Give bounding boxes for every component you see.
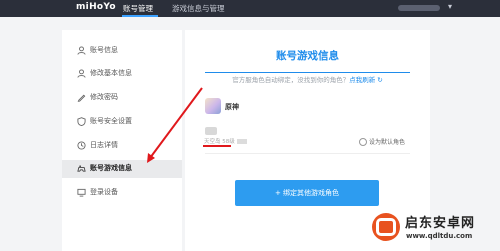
user-icon <box>76 45 87 56</box>
top-nav-bar: miHoYo 账号管理 游戏信息与管理 ▾ <box>0 0 500 17</box>
sidebar-item-label: 账号游戏信息 <box>90 164 132 172</box>
sidebar-item-label: 账号安全设置 <box>90 117 132 125</box>
binding-hint: 官方服角色自动绑定，没找到你的角色？点我刷新 ↻ <box>185 74 430 84</box>
sidebar-item-label: 登录设备 <box>90 188 118 196</box>
sidebar-item-label: 修改密码 <box>90 93 118 101</box>
refresh-link[interactable]: 点我刷新 ↻ <box>349 76 383 84</box>
default-role-radio[interactable] <box>359 138 367 146</box>
tab-game-info[interactable]: 游戏信息与管理 <box>172 3 225 14</box>
bind-other-game-role-button[interactable]: + 绑定其他游戏角色 <box>235 180 379 206</box>
chevron-down-icon[interactable]: ▾ <box>448 2 452 11</box>
sidebar-item-edit-basic-info[interactable]: 修改基本信息 <box>62 65 182 83</box>
device-icon <box>76 187 87 198</box>
user-edit-icon <box>76 68 87 79</box>
role-server-level: 天空岛 58级 <box>204 137 247 145</box>
default-role-label[interactable]: 设为默认角色 <box>369 137 405 146</box>
row-divider <box>205 153 410 154</box>
role-avatar-blurred <box>205 127 217 135</box>
sidebar-item-account-game-info[interactable]: 账号游戏信息 <box>62 160 182 178</box>
page-title: 账号游戏信息 <box>276 50 339 62</box>
active-tab-indicator <box>122 15 158 17</box>
clock-icon <box>76 140 87 151</box>
tab-account-management[interactable]: 账号管理 <box>123 3 153 14</box>
sidebar-item-login-devices[interactable]: 登录设备 <box>62 184 182 202</box>
sidebar: 账号信息 修改基本信息 修改密码 账号安全设置 日志详情 账号游戏信息 登录设备 <box>62 30 182 251</box>
watermark-logo-icon <box>372 213 400 241</box>
title-divider <box>205 72 410 73</box>
annotation-underline <box>203 145 231 147</box>
gamepad-icon <box>76 163 87 174</box>
mihoyo-logo[interactable]: miHoYo <box>76 2 116 12</box>
genshin-game-icon <box>205 98 221 114</box>
shield-icon <box>76 116 87 127</box>
watermark-url: www.qdltdu.com <box>406 232 473 240</box>
sidebar-item-security-settings[interactable]: 账号安全设置 <box>62 113 182 131</box>
watermark-title: 启东安卓网 <box>405 216 476 231</box>
sidebar-item-change-password[interactable]: 修改密码 <box>62 89 182 107</box>
sidebar-item-log-details[interactable]: 日志详情 <box>62 137 182 155</box>
username-blurred[interactable] <box>398 5 440 11</box>
role-uid-blurred <box>236 139 247 144</box>
sidebar-item-label: 日志详情 <box>90 141 118 149</box>
hint-text: 官方服角色自动绑定，没找到你的角色？ <box>232 76 350 84</box>
sidebar-item-label: 账号信息 <box>90 46 118 54</box>
game-name: 原神 <box>225 103 239 111</box>
sidebar-item-label: 修改基本信息 <box>90 69 132 77</box>
pencil-icon <box>76 92 87 103</box>
site-watermark: 启东安卓网 www.qdltdu.com <box>372 212 496 250</box>
sidebar-item-account-info[interactable]: 账号信息 <box>62 42 182 60</box>
